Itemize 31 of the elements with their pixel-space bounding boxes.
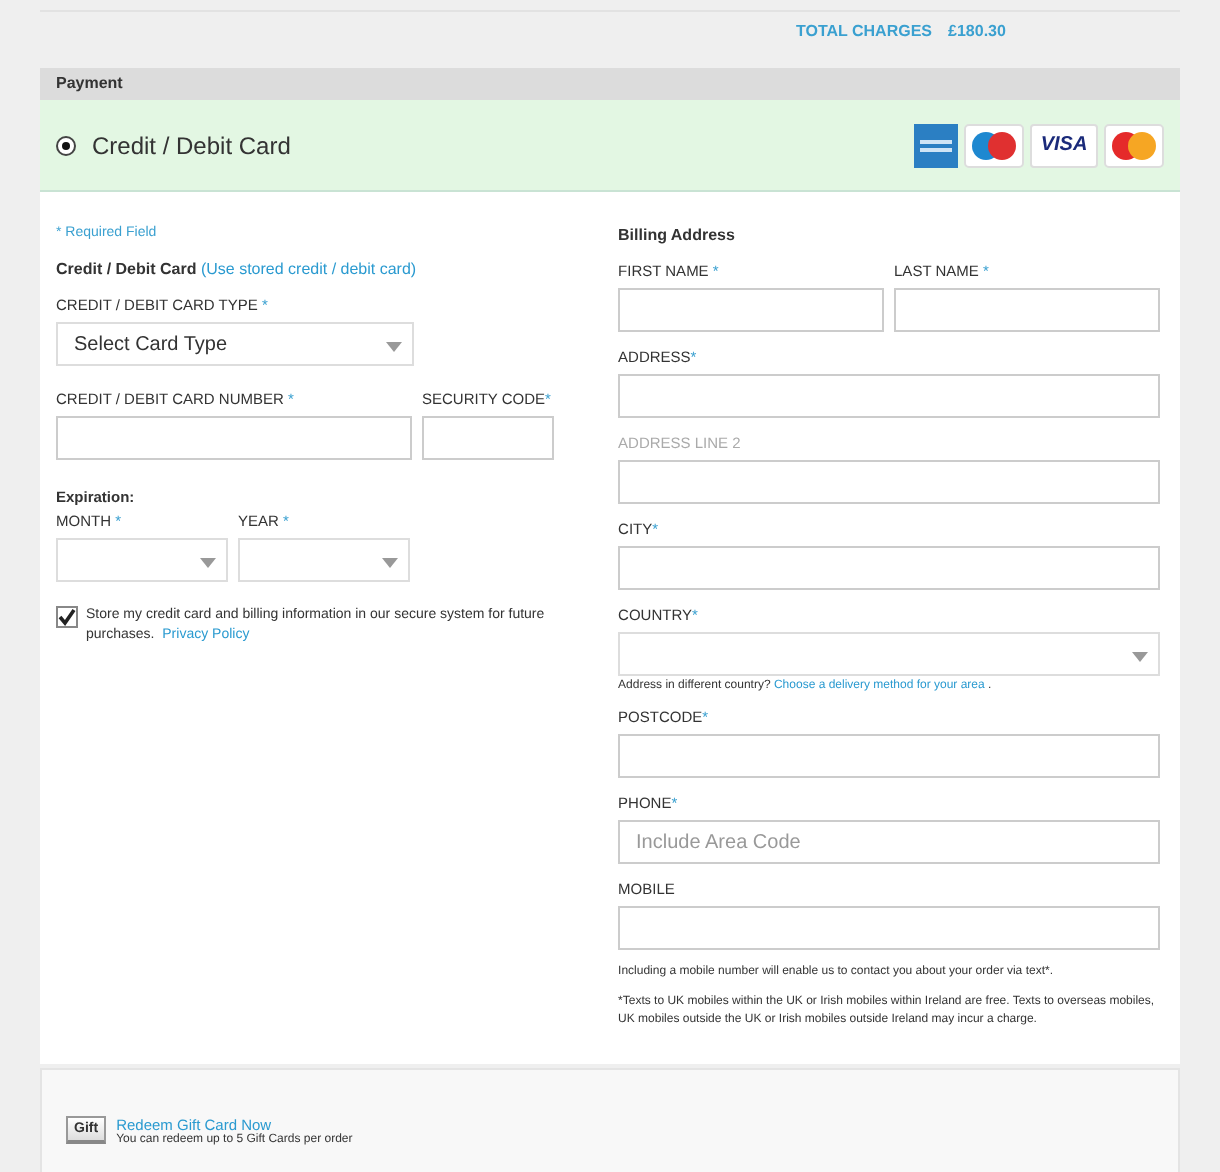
month-select[interactable] [56, 538, 228, 582]
text-field[interactable] [618, 546, 1160, 590]
card-logo-icon [914, 123, 958, 167]
card-type-select[interactable]: Select Card Type [56, 322, 414, 366]
card-logo-icon [964, 123, 1024, 167]
section-header: Payment [40, 68, 1180, 100]
text-field[interactable] [618, 460, 1160, 504]
checkbox[interactable] [56, 606, 78, 628]
stored-card-link[interactable]: (Use stored credit / debit card) [200, 260, 417, 278]
total-label: TOTAL CHARGES [796, 22, 933, 44]
text-field[interactable] [894, 288, 1160, 332]
country-select[interactable] [618, 632, 1160, 676]
billing-heading: Billing Address [618, 226, 737, 248]
text-field[interactable]: Include Area Code [618, 820, 1160, 864]
payment-option-label: Credit / Debit Card [92, 131, 291, 159]
card-logo-icon [1104, 123, 1164, 167]
total-amount: £180.30 [948, 22, 1006, 44]
text-field[interactable] [618, 374, 1160, 418]
caret-icon [386, 342, 402, 352]
radio-button[interactable] [56, 135, 76, 155]
year-select[interactable] [238, 538, 410, 582]
card-heading: Credit / Debit Card [56, 260, 197, 278]
visa-logo: VISA [1030, 123, 1098, 167]
text-field[interactable] [618, 906, 1160, 950]
caret-icon [200, 558, 216, 568]
text-field[interactable] [618, 288, 885, 332]
caret-icon [1132, 652, 1148, 662]
caret-icon [382, 558, 398, 568]
security-code-field[interactable] [422, 416, 554, 460]
card-number-field[interactable] [56, 416, 412, 460]
text-field[interactable] [618, 734, 1160, 778]
